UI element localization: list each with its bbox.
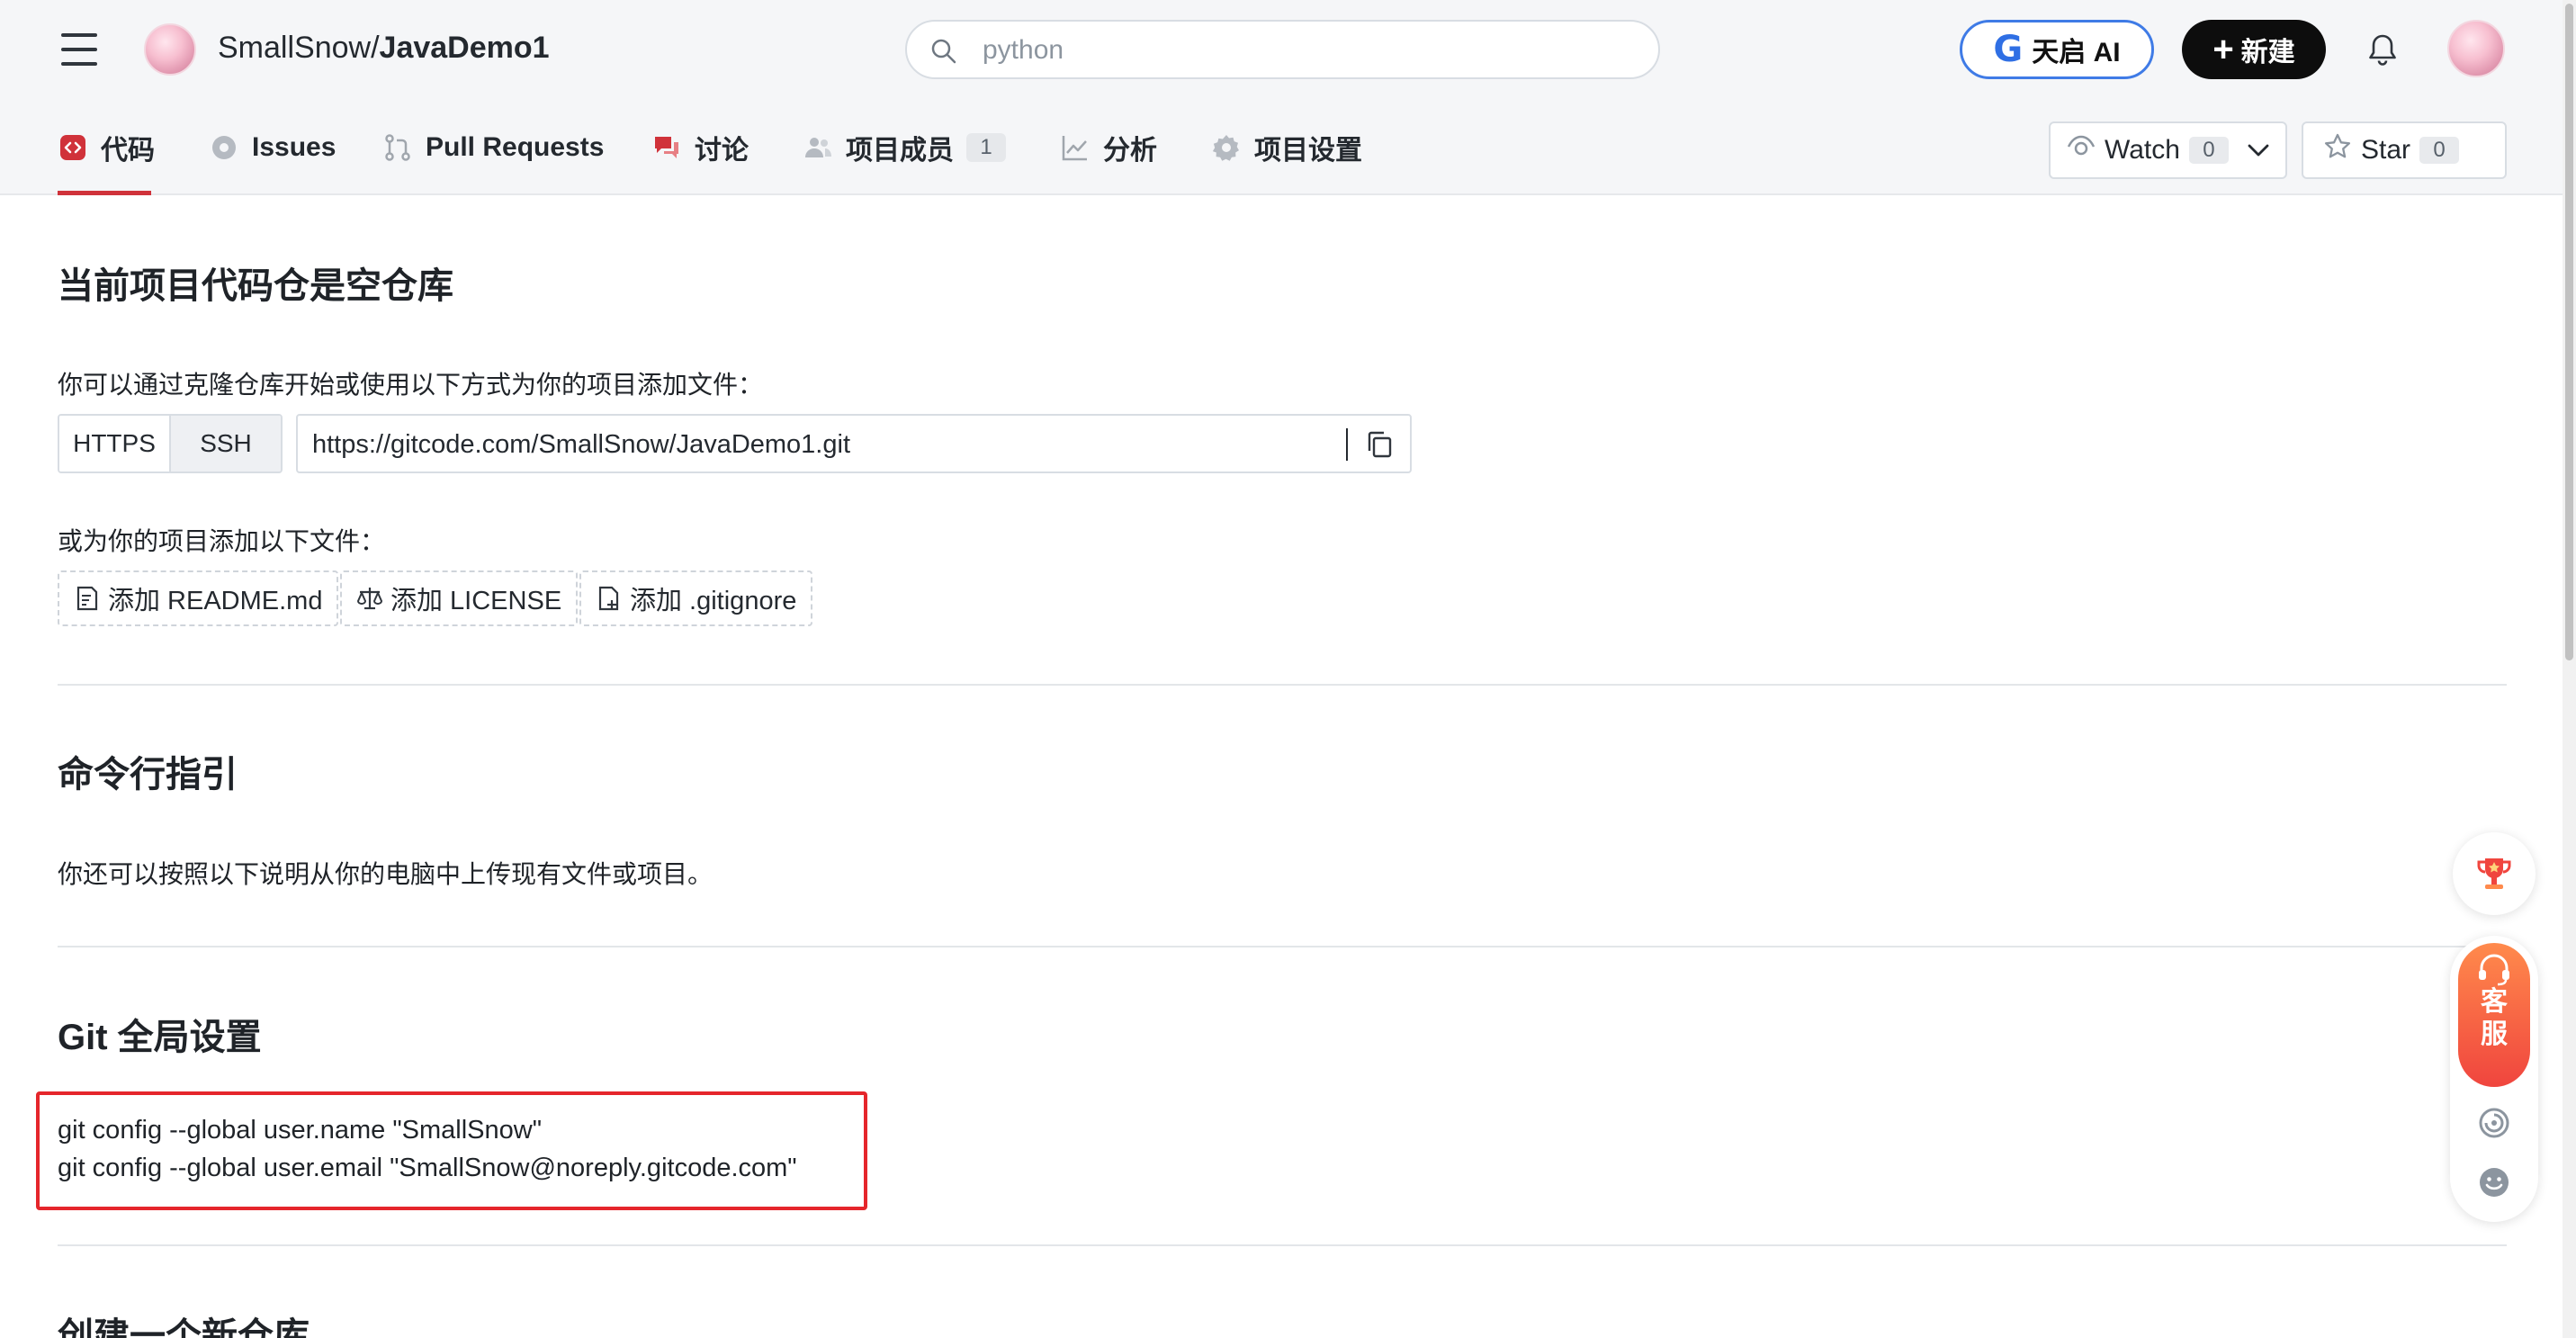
scrollbar-thumb[interactable] (2565, 4, 2573, 660)
tab-code-label: 代码 (101, 136, 155, 166)
chevron-down-icon[interactable] (2247, 135, 2270, 166)
repo-breadcrumb: SmallSnow/JavaDemo1 (218, 31, 550, 66)
watch-button[interactable]: Watch 0 (2049, 121, 2287, 179)
add-license-label: 添加 LICENSE (390, 587, 562, 615)
clone-url-input[interactable] (312, 425, 1338, 464)
git-global-title: Git 全局设置 (58, 1018, 262, 1057)
repo-owner-link[interactable]: SmallSnow (218, 31, 371, 65)
highlight-box (36, 1091, 867, 1210)
new-button[interactable]: + 新建 (2182, 20, 2326, 79)
new-button-label: 新建 (2240, 38, 2295, 67)
clone-url-field (296, 414, 1412, 473)
discussion-icon (651, 132, 682, 163)
menu-icon[interactable] (61, 33, 97, 66)
pull-request-icon (382, 132, 413, 163)
tab-issues[interactable]: Issues (209, 130, 336, 166)
code-icon (58, 132, 88, 163)
smiley-feedback-icon[interactable] (2478, 1166, 2510, 1199)
tab-members-label: 项目成员 (846, 136, 954, 166)
headset-icon (2479, 954, 2509, 986)
customer-service-button[interactable]: 客 服 (2458, 943, 2530, 1087)
empty-repo-title: 当前项目代码仓是空仓库 (58, 266, 453, 306)
ai-button-label: 天启 AI (2032, 38, 2121, 67)
tab-analytics-label: 分析 (1103, 136, 1157, 166)
git-config-email-command: git config --global user.email "SmallSno… (58, 1154, 797, 1182)
add-readme-button[interactable]: 添加 README.md (58, 570, 339, 626)
https-tab[interactable]: HTTPS (59, 416, 171, 471)
trophy-button[interactable] (2453, 832, 2536, 915)
add-gitignore-label: 添加 .gitignore (630, 587, 797, 615)
add-files-hint: 或为你的项目添加以下文件： (58, 527, 386, 555)
refresh-swirl-icon[interactable] (2478, 1107, 2510, 1139)
star-button[interactable]: Star 0 (2302, 121, 2507, 179)
scale-icon (356, 588, 383, 610)
eye-icon (2067, 135, 2096, 166)
url-divider (1346, 428, 1348, 461)
plus-icon: + (2212, 30, 2234, 69)
repo-avatar[interactable] (144, 23, 196, 76)
star-label: Star (2361, 135, 2411, 165)
trophy-icon (2477, 858, 2511, 889)
chart-icon (1060, 132, 1091, 163)
user-avatar[interactable] (2447, 20, 2505, 77)
section-divider (58, 946, 2507, 947)
members-icon (803, 132, 833, 163)
cli-guide-title: 命令行指引 (58, 755, 238, 795)
bell-icon[interactable] (2366, 32, 2399, 67)
watch-count: 0 (2188, 137, 2229, 164)
search-input[interactable] (983, 31, 1630, 70)
repo-name-link[interactable]: JavaDemo1 (380, 31, 550, 65)
active-tab-indicator (58, 191, 151, 195)
new-repo-title: 创建一个新仓库 (58, 1316, 310, 1338)
tab-issues-label: Issues (252, 132, 337, 162)
tab-discussions-label: 讨论 (695, 136, 749, 166)
cli-guide-description: 你还可以按照以下说明从你的电脑中上传现有文件或项目。 (58, 860, 714, 888)
section-divider (58, 684, 2507, 686)
members-count-badge: 1 (966, 133, 1006, 162)
search-icon (931, 39, 956, 64)
breadcrumb-separator: / (371, 31, 380, 65)
section-divider (58, 1244, 2507, 1246)
gear-icon (1211, 132, 1242, 163)
tab-discussions[interactable]: 讨论 (651, 130, 749, 166)
ssh-tab[interactable]: SSH (171, 416, 281, 471)
add-gitignore-button[interactable]: 添加 .gitignore (579, 570, 813, 626)
add-license-button[interactable]: 添加 LICENSE (340, 570, 579, 626)
watch-label: Watch (2105, 135, 2180, 165)
tab-settings-label: 项目设置 (1254, 136, 1362, 166)
ai-logo-icon: G (1993, 29, 2024, 70)
git-config-name-command: git config --global user.name "SmallSnow… (58, 1116, 543, 1145)
star-count: 0 (2419, 137, 2460, 164)
ai-assistant-button[interactable]: G 天启 AI (1960, 20, 2154, 79)
top-header: SmallSnow/JavaDemo1 G 天启 AI + 新建 (0, 0, 2576, 100)
tab-settings[interactable]: 项目设置 (1211, 130, 1362, 166)
floating-toolbar: 客 服 (2450, 936, 2538, 1222)
file-add-icon (598, 586, 619, 611)
tab-analytics[interactable]: 分析 (1060, 130, 1157, 166)
protocol-toggle: HTTPS SSH (58, 414, 283, 473)
add-readme-label: 添加 README.md (108, 587, 323, 615)
search-bar[interactable] (905, 20, 1660, 79)
tab-pull-requests[interactable]: Pull Requests (382, 130, 604, 166)
clone-hint-text: 你可以通过克隆仓库开始或使用以下方式为你的项目添加文件： (58, 371, 764, 399)
document-edit-icon (76, 586, 98, 611)
copy-icon[interactable] (1365, 430, 1394, 459)
kefu-char-2: 服 (2481, 1019, 2508, 1049)
issues-icon (209, 132, 239, 163)
tab-pull-requests-label: Pull Requests (426, 132, 605, 162)
kefu-char-1: 客 (2481, 987, 2508, 1017)
tab-members[interactable]: 项目成员 1 (803, 130, 1006, 166)
tab-code[interactable]: 代码 (58, 130, 155, 166)
star-icon (2323, 132, 2352, 168)
